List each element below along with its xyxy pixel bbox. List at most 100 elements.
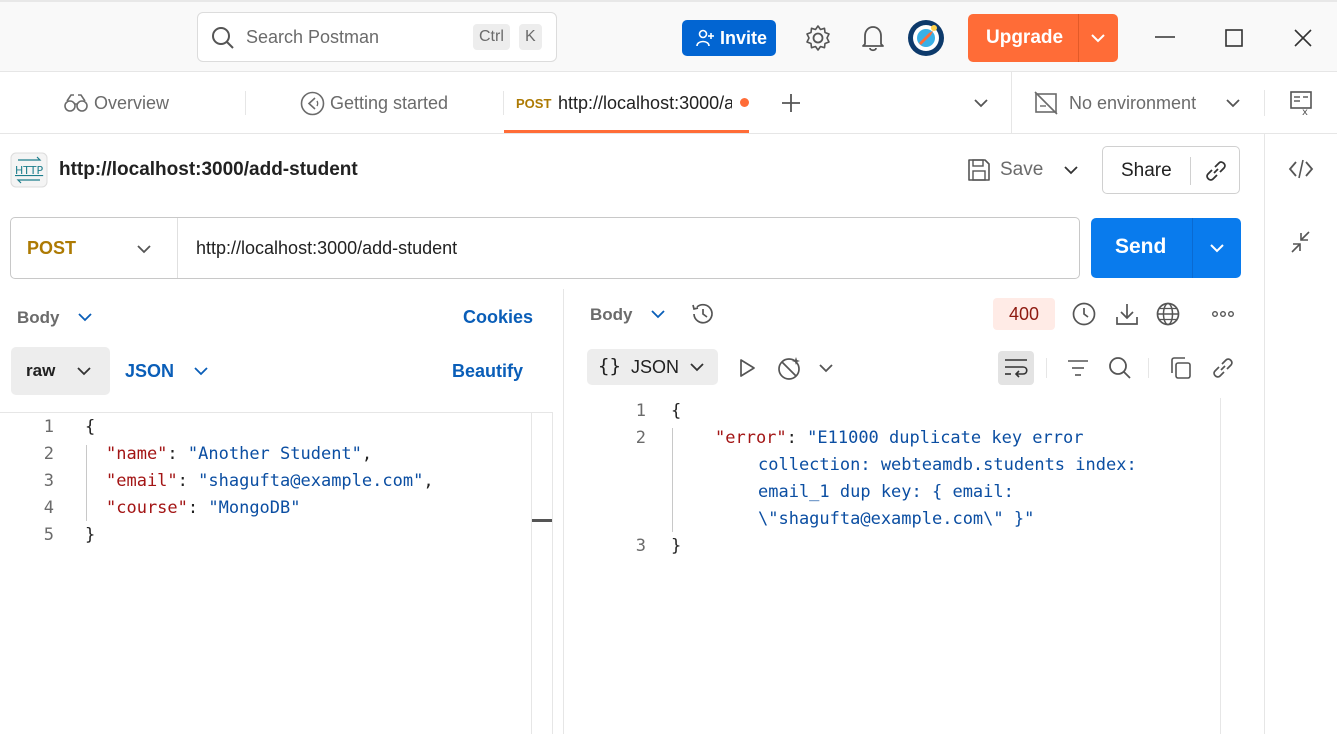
visualizer-chevron-icon[interactable] xyxy=(818,363,834,373)
close-window-icon[interactable] xyxy=(1293,28,1313,48)
send-options-chevron-icon[interactable] xyxy=(1209,243,1225,253)
code-line-error: "error": "E11000 duplicate key error xyxy=(715,428,1084,448)
toolbar-divider xyxy=(1046,358,1047,378)
getting-started-icon xyxy=(300,91,325,116)
url-bar-divider xyxy=(177,218,178,278)
toolbar-divider xyxy=(1148,358,1149,378)
method-chevron-down-icon[interactable] xyxy=(136,244,152,254)
search-input[interactable]: Search Postman Ctrl K xyxy=(197,12,557,62)
no-environment-icon xyxy=(1034,91,1058,115)
response-time-icon[interactable] xyxy=(1071,301,1097,327)
editor-top-border xyxy=(0,412,553,413)
request-scrollbar-edge xyxy=(552,412,553,734)
json-key: "name" xyxy=(106,444,168,464)
raw-label: raw xyxy=(26,361,56,380)
json-key: "course" xyxy=(106,498,188,518)
status-badge[interactable]: 400 xyxy=(993,298,1055,330)
format-chevron-down-icon[interactable] xyxy=(193,366,209,376)
wrap-lines-icon xyxy=(1005,359,1028,378)
request-scrollbar-thumb[interactable] xyxy=(532,519,552,522)
save-options-chevron-icon[interactable] xyxy=(1063,165,1079,175)
maximize-icon[interactable] xyxy=(1225,29,1243,47)
invite-button[interactable]: Invite xyxy=(682,20,776,56)
notification-bell-icon[interactable] xyxy=(860,24,886,52)
env-divider xyxy=(1011,72,1012,134)
request-body-chevron-icon[interactable] xyxy=(77,312,93,322)
unsaved-dot xyxy=(740,98,749,107)
line-number: 1 xyxy=(43,417,54,437)
url-input[interactable]: http://localhost:3000/add-student xyxy=(196,238,457,259)
http-request-icon: HTTP xyxy=(10,152,48,188)
code-line-email: "email": "shagufta@example.com", xyxy=(106,471,434,491)
visualizer-icon[interactable] xyxy=(776,355,804,381)
request-body-editor[interactable]: 1 2 3 4 5 { "name": "Another Student", "… xyxy=(0,414,531,734)
raw-chevron-down-icon xyxy=(77,367,91,376)
active-tab-indicator xyxy=(504,130,749,133)
avatar[interactable] xyxy=(907,19,945,57)
code-snippet-icon[interactable] xyxy=(1288,157,1314,181)
cookies-link[interactable]: Cookies xyxy=(463,307,533,328)
send-button[interactable]: Send xyxy=(1091,218,1241,278)
response-body-chevron-icon[interactable] xyxy=(650,309,666,319)
line-number: 4 xyxy=(43,498,54,518)
shortcut-ctrl: Ctrl xyxy=(473,24,510,50)
code-close-brace: } xyxy=(671,536,682,556)
copy-icon[interactable] xyxy=(1168,355,1194,381)
method-select[interactable]: POST xyxy=(27,238,76,259)
tabs-bar: Overview Getting started POST http://loc… xyxy=(0,72,1337,134)
response-format-select[interactable]: {} JSON xyxy=(587,349,718,385)
code-line-name: "name": "Another Student", xyxy=(106,444,373,464)
minimize-icon[interactable] xyxy=(1155,36,1175,40)
indent-guide xyxy=(672,428,673,532)
upgrade-button[interactable]: Upgrade xyxy=(968,14,1118,62)
globe-icon[interactable] xyxy=(1155,301,1181,327)
response-body-viewer[interactable]: 1 2 3 { "error": "E11000 duplicate key e… xyxy=(564,398,1220,734)
history-icon[interactable] xyxy=(690,301,716,327)
overview-icon xyxy=(64,94,88,112)
more-options-icon[interactable] xyxy=(1211,309,1235,319)
json-value-wrap: \"shagufta@example.com\" }" xyxy=(758,509,1035,529)
line-number: 3 xyxy=(635,536,646,556)
search-response-icon[interactable] xyxy=(1107,355,1133,381)
environment-selector[interactable]: No environment xyxy=(1030,72,1250,134)
svg-text:x: x xyxy=(1302,107,1308,116)
share-button[interactable]: Share xyxy=(1102,146,1240,194)
response-link-icon[interactable] xyxy=(1210,355,1236,381)
tab-getting-started[interactable]: Getting started xyxy=(298,72,498,134)
tab-active-request[interactable]: POST http://localhost:3000/a xyxy=(504,72,749,134)
beautify-button[interactable]: Beautify xyxy=(452,361,523,382)
chevron-down-icon[interactable] xyxy=(1090,33,1106,43)
play-visualize-icon[interactable] xyxy=(737,357,757,379)
indent-guide xyxy=(86,445,87,521)
body-format-select[interactable]: JSON xyxy=(125,361,174,382)
share-label: Share xyxy=(1121,160,1172,181)
upgrade-label: Upgrade xyxy=(986,27,1064,48)
environment-label: No environment xyxy=(1069,93,1197,113)
environment-quick-look-icon[interactable]: x xyxy=(1289,90,1313,116)
raw-body-type-select[interactable]: raw xyxy=(11,347,110,395)
search-icon xyxy=(212,27,234,49)
collapse-arrows-icon[interactable] xyxy=(1291,231,1311,253)
request-title[interactable]: http://localhost:3000/add-student xyxy=(59,159,358,181)
line-number: 2 xyxy=(635,428,646,448)
code-close-brace: } xyxy=(85,525,96,545)
filter-icon[interactable] xyxy=(1066,356,1090,380)
tab-overview[interactable]: Overview xyxy=(60,72,240,134)
copy-link-icon[interactable] xyxy=(1203,158,1229,184)
line-number: 3 xyxy=(43,471,54,491)
settings-gear-icon[interactable] xyxy=(804,24,832,52)
env-divider-right xyxy=(1264,90,1265,116)
download-icon[interactable] xyxy=(1114,301,1140,327)
share-divider xyxy=(1190,157,1191,185)
response-body-label[interactable]: Body xyxy=(590,305,633,325)
request-scrollbar-track[interactable] xyxy=(531,412,532,734)
new-tab-plus-icon[interactable] xyxy=(780,92,802,114)
response-scrollbar-track[interactable] xyxy=(1220,398,1221,734)
request-body-label[interactable]: Body xyxy=(17,308,60,328)
wrap-lines-button[interactable] xyxy=(998,351,1034,385)
braces-icon: {} xyxy=(598,355,621,377)
tab-overview-label: Overview xyxy=(94,93,170,113)
line-number: 1 xyxy=(635,401,646,421)
tabs-chevron-down-icon[interactable] xyxy=(973,98,989,108)
upgrade-divider xyxy=(1078,14,1079,62)
